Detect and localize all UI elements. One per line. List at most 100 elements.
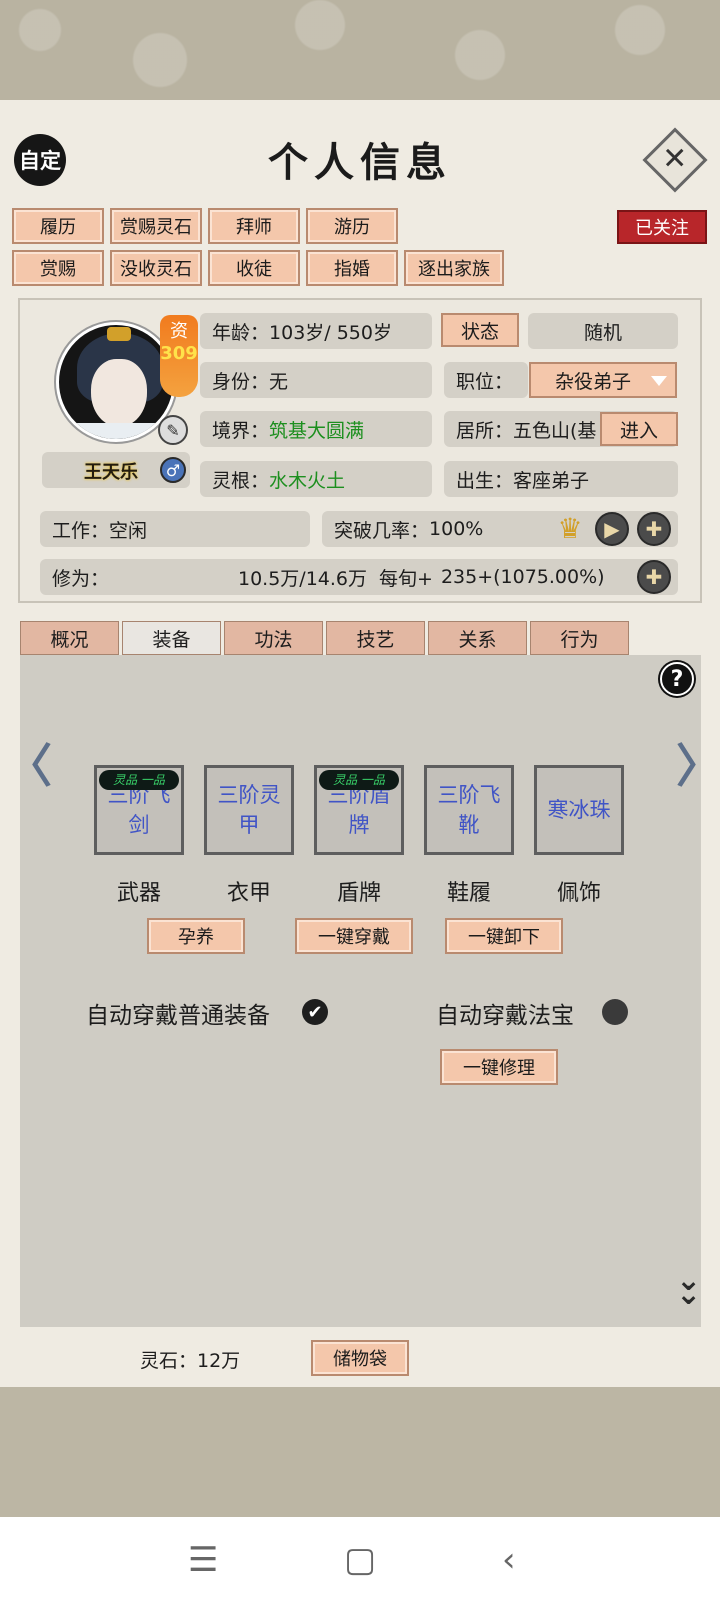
action-recruit-button[interactable]: 收徒 [208,250,300,286]
action-marry-button[interactable]: 指婚 [306,250,398,286]
equipment-panel [20,655,701,1327]
equip-slot-shield[interactable]: 灵品 一品 三阶盾牌 [314,765,404,855]
identity-label: 身份： [212,370,270,393]
realm-cell: 境界： 筑基大圆满 [200,411,432,447]
work-cell: 工作： 空闲 [40,511,310,547]
residence-value: 五色山(基 [513,419,597,442]
equip-slot-armor[interactable]: 三阶灵甲 [204,765,294,855]
slot-label-weapon: 武器 [116,881,161,906]
auto-equip-normal-label: 自动穿戴普通装备 [86,1003,270,1029]
equip-slot-accessory[interactable]: 寒冰珠 [534,765,624,855]
root-cell: 灵根： 水木火土 [200,461,432,497]
residence-label: 居所： [456,419,514,442]
action-reward-button[interactable]: 赏赐 [12,250,104,286]
character-name: 王天乐 [84,462,138,483]
cultivation-label: 修为： [52,567,110,590]
action-reward-stone-button[interactable]: 赏赐灵石 [110,208,202,244]
slot-label-armor: 衣甲 [226,881,271,906]
tab-actions[interactable]: 行为 [530,621,629,655]
talent-tag: 资 309 [160,315,198,397]
help-icon[interactable]: ? [660,662,694,696]
avatar-face [91,359,147,427]
equip-item-name: 三阶灵甲 [217,783,281,837]
home-icon[interactable]: ▢ [344,1540,376,1580]
state-button[interactable]: 状态 [441,313,519,347]
play-icon[interactable]: ▶ [595,512,629,546]
work-value: 空闲 [109,519,148,542]
male-icon: ♂ [160,457,186,483]
back-icon[interactable]: ‹ [502,1540,516,1580]
chevron-down-icon [651,376,667,386]
talent-label: 资 [170,321,188,342]
equip-slot-weapon[interactable]: 灵品 一品 三阶飞剑 [94,765,184,855]
identity-value: 无 [269,370,289,393]
birth-label: 出生： [456,469,514,492]
top-decor-band [0,0,720,100]
position-select[interactable]: 杂役弟子 [529,362,677,398]
slot-label-accessory: 佩饰 [556,881,601,906]
position-value: 杂役弟子 [555,370,632,393]
storage-bag-button[interactable]: 储物袋 [311,1340,409,1376]
action-expel-button[interactable]: 逐出家族 [404,250,504,286]
tab-relations[interactable]: 关系 [428,621,527,655]
position-cell: 职位： [444,362,528,398]
identity-cell: 身份： 无 [200,362,432,398]
auto-equip-treasure-checkbox[interactable] [602,999,628,1025]
tab-overview[interactable]: 概况 [20,621,119,655]
breakthrough-label: 突破几率： [334,519,430,542]
chevron-right-icon[interactable]: 〉 [676,730,720,796]
auto-equip-normal-checkbox[interactable]: ✔ [302,999,328,1025]
equip-item-name: 三阶飞靴 [437,783,501,837]
slot-label-boots: 鞋履 [446,881,491,906]
realm-label: 境界： [212,419,270,442]
repair-all-button[interactable]: 一键修理 [440,1049,558,1085]
bottom-decor-band [0,1387,720,1517]
cultivation-value: 10.5万/14.6万 [238,567,368,590]
equip-all-button[interactable]: 一键穿戴 [295,918,413,954]
unequip-all-button[interactable]: 一键卸下 [445,918,563,954]
per-turn-value: 235+(1075.00%) [440,566,605,588]
per-turn-label: 每旬+ [379,567,433,590]
action-travel-button[interactable]: 游历 [306,208,398,244]
realm-value: 筑基大圆满 [269,419,365,442]
talent-value: 309 [160,343,198,364]
auto-equip-treasure-label: 自动穿戴法宝 [436,1003,574,1029]
action-apprentice-button[interactable]: 拜师 [208,208,300,244]
equip-slot-boots[interactable]: 三阶飞靴 [424,765,514,855]
random-button[interactable]: 随机 [528,313,678,349]
root-value: 水木火土 [269,469,346,492]
tab-techniques[interactable]: 功法 [224,621,323,655]
close-icon: ✕ [662,141,688,177]
birth-value: 客座弟子 [513,469,590,492]
breakthrough-golden-icon[interactable]: ♛ [550,510,590,548]
breakthrough-value: 100% [429,518,484,540]
age-cell: 年龄： 103岁/ 550岁 [200,313,432,349]
tab-skills[interactable]: 技艺 [326,621,425,655]
work-label: 工作： [52,519,110,542]
cultivation-cell: 修为： 10.5万/14.6万 每旬+ 235+(1075.00%) [40,559,678,595]
follow-button[interactable]: 已关注 [617,210,707,244]
action-history-button[interactable]: 履历 [12,208,104,244]
chevron-left-icon[interactable]: 〈 [6,730,52,796]
edit-brush-icon[interactable]: ✎ [158,415,188,445]
enter-residence-button[interactable]: 进入 [600,412,678,446]
nurture-button[interactable]: 孕养 [147,918,245,954]
age-value: 103岁/ 550岁 [269,321,392,344]
slot-label-shield: 盾牌 [336,881,381,906]
menu-icon[interactable]: ☰ [188,1540,218,1580]
spirit-stone-count: 灵石：12万 [140,1350,241,1372]
page-title: 个人信息 [268,139,452,186]
action-confiscate-button[interactable]: 没收灵石 [110,250,202,286]
equip-item-name: 寒冰珠 [547,798,611,822]
root-label: 灵根： [212,469,270,492]
quality-badge: 灵品 一品 [99,770,179,790]
double-chevron-down-icon[interactable]: ⌄ ⌄ [676,1266,701,1310]
tab-equipment[interactable]: 装备 [122,621,221,655]
age-label: 年龄： [212,321,270,344]
plus-icon[interactable]: ✚ [637,512,671,546]
cultivation-plus-icon[interactable]: ✚ [637,560,671,594]
birth-cell: 出生： 客座弟子 [444,461,678,497]
quality-badge: 灵品 一品 [319,770,399,790]
position-label: 职位： [456,370,514,393]
avatar-crown [107,327,131,341]
